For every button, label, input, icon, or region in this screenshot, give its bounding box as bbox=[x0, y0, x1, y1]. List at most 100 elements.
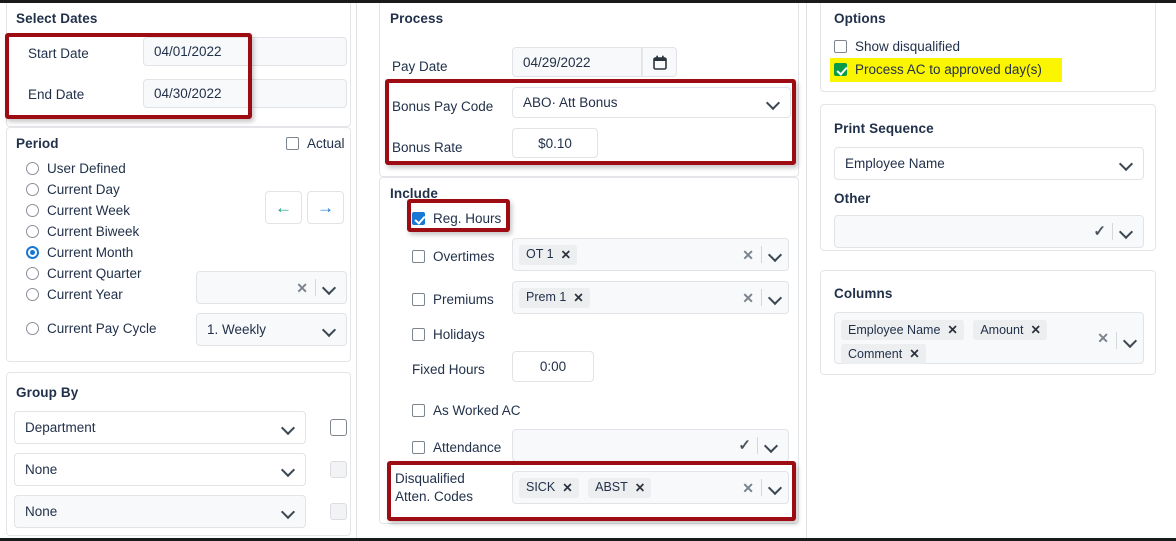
chip[interactable]: ABST ✕ bbox=[588, 477, 652, 498]
attendance-checkbox[interactable] bbox=[412, 441, 425, 454]
chip-remove-icon[interactable]: ✕ bbox=[947, 322, 957, 337]
chevron-down-icon[interactable] bbox=[282, 505, 295, 518]
pay-date-input[interactable]: 04/29/2022 bbox=[512, 47, 642, 77]
start-date-input[interactable]: 04/01/2022 bbox=[143, 37, 347, 66]
period-option-current-pay-cycle[interactable]: Current Pay Cycle bbox=[26, 321, 157, 336]
confirm-check-icon[interactable]: ✓ bbox=[1090, 224, 1109, 239]
period-prev-button[interactable]: ← bbox=[265, 191, 302, 224]
group-by-select-1[interactable]: Department bbox=[14, 411, 306, 444]
chip-remove-icon[interactable]: ✕ bbox=[909, 346, 919, 361]
bonus-rate-input[interactable]: $0.10 bbox=[512, 128, 598, 158]
pay-cycle-select[interactable]: 1. Weekly bbox=[196, 313, 347, 346]
arrow-right-icon: → bbox=[317, 198, 334, 217]
chip-remove-icon[interactable]: ✕ bbox=[635, 480, 645, 495]
other-select[interactable]: ✓ bbox=[834, 215, 1144, 248]
overtimes-multiselect[interactable]: OT 1 ✕ ✕ bbox=[512, 238, 789, 271]
holidays-row[interactable]: Holidays bbox=[412, 327, 485, 342]
calendar-picker-button[interactable] bbox=[642, 47, 677, 77]
radio-current-pay-cycle[interactable] bbox=[26, 322, 39, 335]
holidays-checkbox[interactable] bbox=[412, 328, 425, 341]
chip-label: SICK bbox=[526, 480, 556, 494]
divider bbox=[1112, 223, 1113, 240]
period-title: Period bbox=[16, 136, 59, 151]
chip-remove-icon[interactable]: ✕ bbox=[561, 247, 571, 262]
chevron-down-icon[interactable] bbox=[765, 439, 778, 452]
actual-checkbox[interactable] bbox=[286, 137, 299, 150]
as-worked-ac-row[interactable]: As Worked AC bbox=[412, 403, 521, 418]
radio-current-biweek[interactable] bbox=[26, 225, 39, 238]
premiums-row[interactable]: Premiums bbox=[412, 292, 494, 307]
columns-multiselect[interactable]: Employee Name ✕ Amount ✕ Comment ✕ ✕ bbox=[834, 312, 1144, 364]
chip[interactable]: Prem 1 ✕ bbox=[519, 287, 590, 308]
divider bbox=[761, 289, 762, 306]
chip-remove-icon[interactable]: ✕ bbox=[573, 290, 583, 305]
chip-remove-icon[interactable]: ✕ bbox=[1030, 322, 1040, 337]
show-disqualified-checkbox[interactable] bbox=[834, 40, 847, 53]
chevron-down-icon[interactable] bbox=[282, 463, 295, 476]
clear-icon[interactable]: ✕ bbox=[738, 481, 758, 495]
radio-current-week[interactable] bbox=[26, 204, 39, 217]
divider bbox=[315, 279, 316, 296]
period-option-current-day[interactable]: Current Day bbox=[26, 182, 120, 197]
period-option-current-month[interactable]: Current Month bbox=[26, 245, 133, 260]
radio-current-day[interactable] bbox=[26, 183, 39, 196]
chevron-down-icon[interactable] bbox=[769, 248, 782, 261]
process-ac-row[interactable]: Process AC to approved day(s) bbox=[834, 62, 1042, 77]
group-by-select-3[interactable]: None bbox=[14, 495, 306, 528]
period-panel: Period Actual User Defined Current Day C… bbox=[6, 127, 351, 362]
reg-hours-row[interactable]: Reg. Hours bbox=[412, 211, 501, 226]
chip[interactable]: OT 1 ✕ bbox=[519, 244, 578, 265]
disqualified-atten-codes-multiselect[interactable]: SICK ✕ ABST ✕ ✕ bbox=[512, 471, 789, 504]
period-option-current-biweek[interactable]: Current Biweek bbox=[26, 224, 139, 239]
end-date-input[interactable]: 04/30/2022 bbox=[143, 79, 347, 108]
chip[interactable]: Employee Name ✕ bbox=[841, 320, 964, 340]
period-option-user-defined[interactable]: User Defined bbox=[26, 161, 126, 176]
period-option-current-quarter[interactable]: Current Quarter bbox=[26, 266, 142, 281]
clear-icon[interactable]: ✕ bbox=[292, 281, 312, 295]
overtimes-row[interactable]: Overtimes bbox=[412, 249, 495, 264]
premiums-checkbox[interactable] bbox=[412, 293, 425, 306]
as-worked-ac-checkbox[interactable] bbox=[412, 404, 425, 417]
radio-user-defined[interactable] bbox=[26, 162, 39, 175]
chevron-down-icon[interactable] bbox=[769, 291, 782, 304]
bonus-rate-value: $0.10 bbox=[538, 135, 572, 151]
chip[interactable]: SICK ✕ bbox=[519, 477, 579, 498]
process-ac-checkbox[interactable] bbox=[834, 63, 847, 76]
reg-hours-checkbox[interactable] bbox=[412, 212, 425, 225]
clear-icon[interactable]: ✕ bbox=[738, 291, 758, 305]
premiums-multiselect[interactable]: Prem 1 ✕ ✕ bbox=[512, 281, 789, 314]
chevron-down-icon[interactable] bbox=[767, 96, 780, 109]
group-by-checkbox-1[interactable] bbox=[330, 419, 347, 436]
period-option-current-year[interactable]: Current Year bbox=[26, 287, 123, 302]
chevron-down-icon[interactable] bbox=[323, 281, 336, 294]
chip-remove-icon[interactable]: ✕ bbox=[562, 480, 572, 495]
chevron-down-icon[interactable] bbox=[1120, 157, 1133, 170]
clear-icon[interactable]: ✕ bbox=[1093, 331, 1113, 345]
chevron-down-icon[interactable] bbox=[769, 481, 782, 494]
period-option-current-week[interactable]: Current Week bbox=[26, 203, 130, 218]
group-by-title: Group By bbox=[16, 385, 79, 400]
arrow-left-icon: ← bbox=[275, 198, 292, 217]
chevron-down-icon[interactable] bbox=[282, 421, 295, 434]
attendance-select[interactable]: ✓ bbox=[512, 429, 789, 462]
chip[interactable]: Comment ✕ bbox=[841, 344, 926, 364]
attendance-row[interactable]: Attendance bbox=[412, 440, 501, 455]
show-disqualified-row[interactable]: Show disqualified bbox=[834, 39, 960, 54]
overtimes-checkbox[interactable] bbox=[412, 250, 425, 263]
fixed-hours-input[interactable]: 0:00 bbox=[512, 351, 594, 382]
bonus-pay-code-select[interactable]: ABO· Att Bonus bbox=[512, 87, 791, 118]
chevron-down-icon[interactable] bbox=[1120, 225, 1133, 238]
print-sequence-select[interactable]: Employee Name bbox=[834, 147, 1144, 180]
confirm-check-icon[interactable]: ✓ bbox=[735, 438, 754, 453]
chevron-down-icon[interactable] bbox=[1124, 334, 1137, 347]
radio-current-quarter[interactable] bbox=[26, 267, 39, 280]
clear-icon[interactable]: ✕ bbox=[738, 248, 758, 262]
chip[interactable]: Amount ✕ bbox=[973, 320, 1047, 340]
actual-checkbox-row[interactable]: Actual bbox=[286, 136, 345, 151]
quarter-year-select[interactable]: ✕ bbox=[196, 271, 347, 304]
group-by-select-2[interactable]: None bbox=[14, 453, 306, 486]
period-next-button[interactable]: → bbox=[307, 191, 344, 224]
radio-current-year[interactable] bbox=[26, 288, 39, 301]
radio-current-month[interactable] bbox=[26, 246, 39, 259]
chevron-down-icon[interactable] bbox=[323, 323, 336, 336]
